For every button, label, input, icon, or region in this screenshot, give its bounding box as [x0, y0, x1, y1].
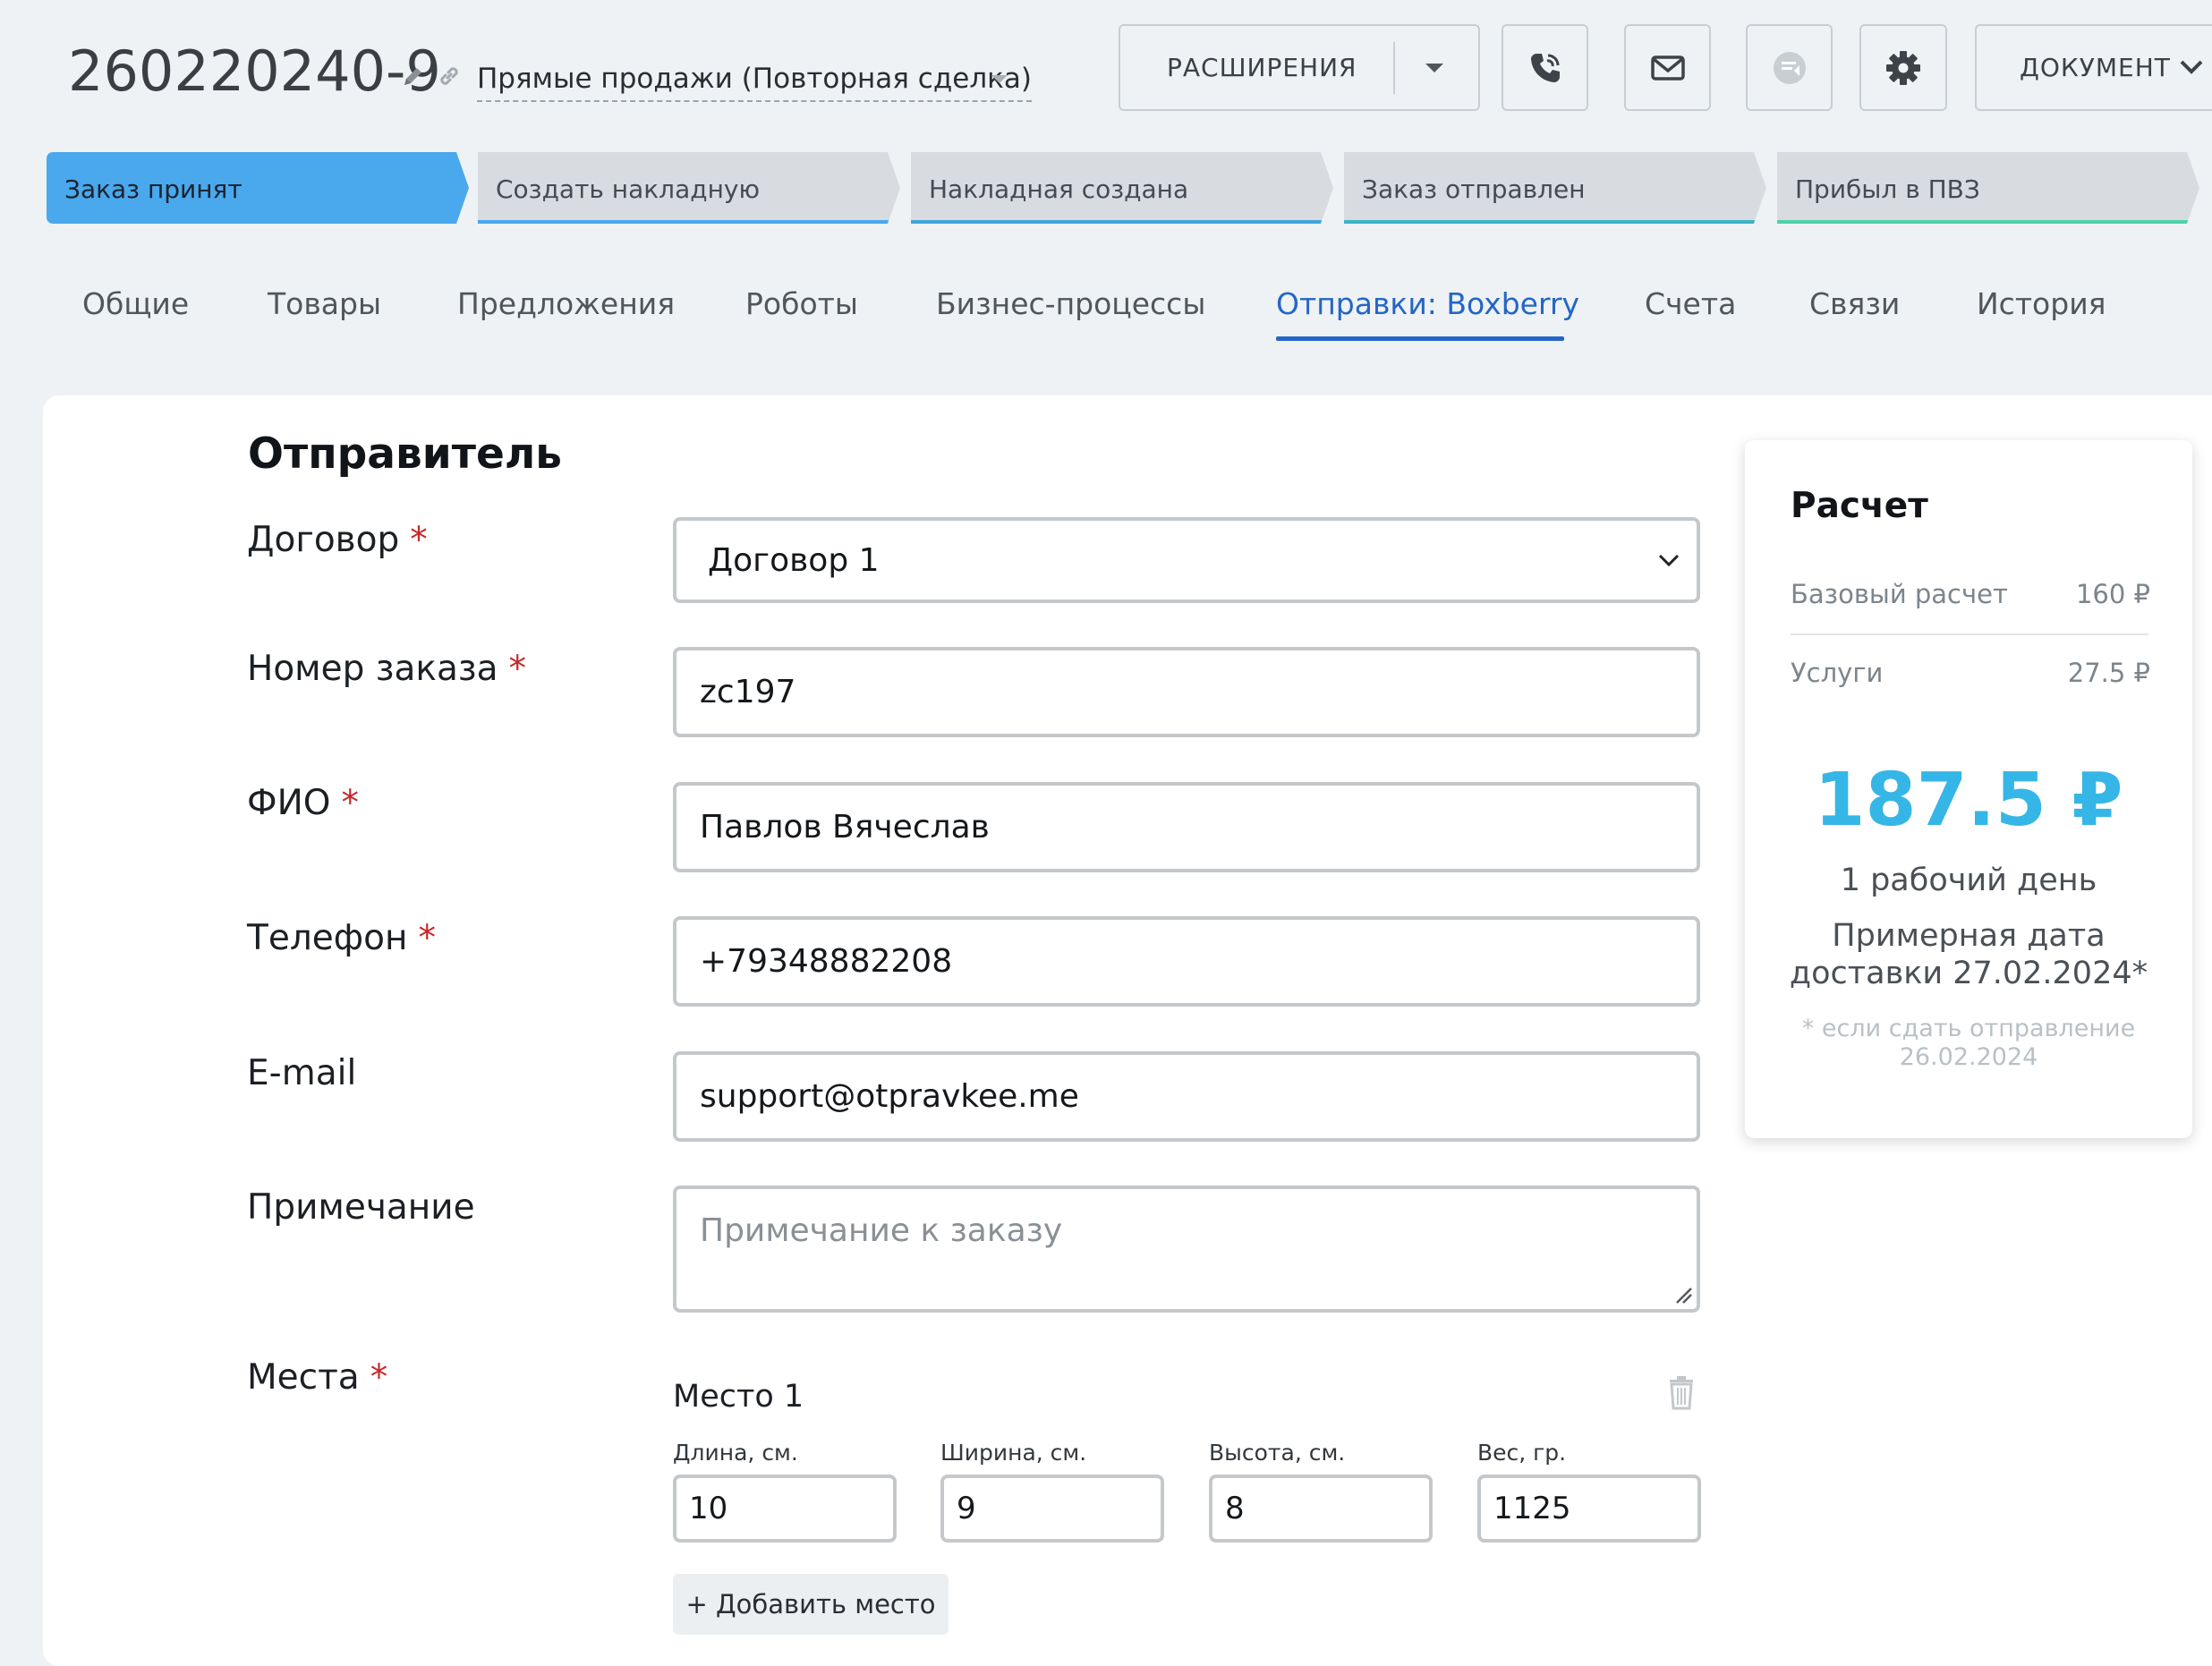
- stage-waybill-created[interactable]: Накладная создана: [911, 152, 1333, 224]
- length-label: Длина, см.: [673, 1440, 798, 1466]
- delivery-days: 1 рабочий день: [1840, 863, 2097, 898]
- chat-icon: [1773, 51, 1806, 84]
- stage-label: Заказ отправлен: [1362, 174, 1586, 204]
- phone-label: Телефон *: [247, 915, 436, 962]
- chevron-down-icon: [2180, 60, 2203, 74]
- order-number-label: Номер заказа *: [247, 646, 526, 693]
- note-label: Примечание: [247, 1185, 475, 1231]
- stage-bar: Заказ принят Создать накладную Накладная…: [47, 152, 2212, 224]
- pipeline-selector[interactable]: Прямые продажи (Повторная сделка): [477, 57, 1032, 102]
- services-value: 27.5 ₽: [2067, 658, 2150, 688]
- required-mark: *: [370, 1357, 388, 1398]
- active-tab-indicator: [1276, 336, 1564, 341]
- contract-value: Договор 1: [708, 541, 880, 579]
- stage-label: Заказ принят: [64, 174, 242, 204]
- settings-button[interactable]: [1859, 24, 1947, 111]
- field-label-text: Телефон: [247, 918, 408, 958]
- order-number-input[interactable]: zc197: [673, 647, 1700, 737]
- extensions-button[interactable]: РАСШИРЕНИЯ: [1119, 24, 1480, 111]
- calc-title: Расчет: [1791, 486, 1928, 526]
- required-mark: *: [410, 520, 428, 560]
- field-label-text: ФИО: [247, 783, 331, 823]
- resize-handle-icon[interactable]: [1673, 1285, 1693, 1305]
- stage-arrived-pickup[interactable]: Прибыл в ПВЗ: [1777, 152, 2199, 224]
- phone-input[interactable]: +79348882208: [673, 916, 1700, 1007]
- tab-links[interactable]: Связи: [1809, 283, 1900, 326]
- document-label: ДОКУМЕНТ: [2020, 53, 2171, 82]
- tab-invoices[interactable]: Счета: [1645, 283, 1736, 326]
- total-price: 187.5 ₽: [1814, 758, 2123, 843]
- mail-icon: [1650, 55, 1685, 81]
- required-mark: *: [508, 649, 526, 689]
- call-button[interactable]: [1502, 24, 1588, 111]
- gear-icon: [1886, 50, 1920, 85]
- deal-id: 260220240-9: [68, 38, 441, 104]
- field-label-text: Места: [247, 1357, 360, 1398]
- phone-icon: [1530, 53, 1560, 82]
- stage-label: Накладная создана: [929, 174, 1189, 204]
- add-place-button[interactable]: + Добавить место: [673, 1574, 949, 1635]
- field-label-text: Примечание: [247, 1187, 475, 1228]
- stage-create-waybill[interactable]: Создать накладную: [478, 152, 900, 224]
- length-input[interactable]: 10: [673, 1475, 897, 1543]
- email-field[interactable]: support@otpravkee.me: [673, 1051, 1700, 1142]
- tab-products[interactable]: Товары: [268, 283, 381, 326]
- place-title: Место 1: [673, 1379, 804, 1415]
- tab-history[interactable]: История: [1977, 283, 2106, 326]
- pencil-icon[interactable]: [400, 64, 425, 89]
- field-label-text: Номер заказа: [247, 649, 498, 689]
- weight-input[interactable]: 1125: [1477, 1475, 1701, 1543]
- delivery-footnote: * если сдать отправление 26.02.2024: [1801, 1015, 2136, 1071]
- document-button[interactable]: ДОКУМЕНТ: [1975, 24, 2212, 111]
- contract-select[interactable]: Договор 1: [673, 517, 1700, 603]
- chevron-down-icon: [1658, 554, 1680, 567]
- email-label: E-mail: [247, 1050, 356, 1097]
- required-mark: *: [341, 783, 359, 823]
- contract-label: Договор *: [247, 517, 428, 564]
- places-label: Места *: [247, 1355, 387, 1401]
- chat-button[interactable]: [1746, 24, 1833, 111]
- note-textarea[interactable]: Примечание к заказу: [673, 1186, 1700, 1313]
- delivery-date: Примерная дата доставки 27.02.2024*: [1789, 918, 2148, 991]
- width-label: Ширина, см.: [940, 1440, 1087, 1466]
- link-icon[interactable]: [436, 63, 463, 89]
- stage-label: Создать накладную: [496, 174, 761, 204]
- chevron-down-icon[interactable]: [991, 75, 1008, 83]
- weight-label: Вес, гр.: [1477, 1440, 1567, 1466]
- services-label: Услуги: [1791, 658, 1884, 688]
- tab-business-processes[interactable]: Бизнес-процессы: [936, 283, 1205, 326]
- tab-boxberry-shipments[interactable]: Отправки: Boxberry: [1276, 283, 1579, 326]
- stage-label: Прибыл в ПВЗ: [1795, 174, 1980, 204]
- field-label-text: Договор: [247, 520, 400, 560]
- divider: [1791, 633, 2148, 635]
- height-input[interactable]: 8: [1209, 1475, 1433, 1543]
- full-name-label: ФИО *: [247, 780, 359, 827]
- stage-order-accepted[interactable]: Заказ принят: [47, 152, 469, 224]
- trash-icon[interactable]: [1668, 1376, 1695, 1410]
- base-calc-value: 160 ₽: [2075, 579, 2150, 609]
- field-label-text: E-mail: [247, 1053, 357, 1093]
- stage-order-sent[interactable]: Заказ отправлен: [1344, 152, 1766, 224]
- tab-general[interactable]: Общие: [82, 283, 189, 326]
- extensions-label: РАСШИРЕНИЯ: [1167, 53, 1357, 82]
- required-mark: *: [418, 918, 436, 958]
- full-name-input[interactable]: Павлов Вячеслав: [673, 782, 1700, 872]
- email-button[interactable]: [1624, 24, 1711, 111]
- height-label: Высота, см.: [1209, 1440, 1346, 1466]
- tab-robots[interactable]: Роботы: [745, 283, 858, 326]
- width-input[interactable]: 9: [940, 1475, 1164, 1543]
- button-divider: [1393, 42, 1395, 94]
- section-title: Отправитель: [248, 429, 562, 479]
- tab-offers[interactable]: Предложения: [457, 283, 675, 326]
- chevron-down-icon[interactable]: [1425, 64, 1443, 72]
